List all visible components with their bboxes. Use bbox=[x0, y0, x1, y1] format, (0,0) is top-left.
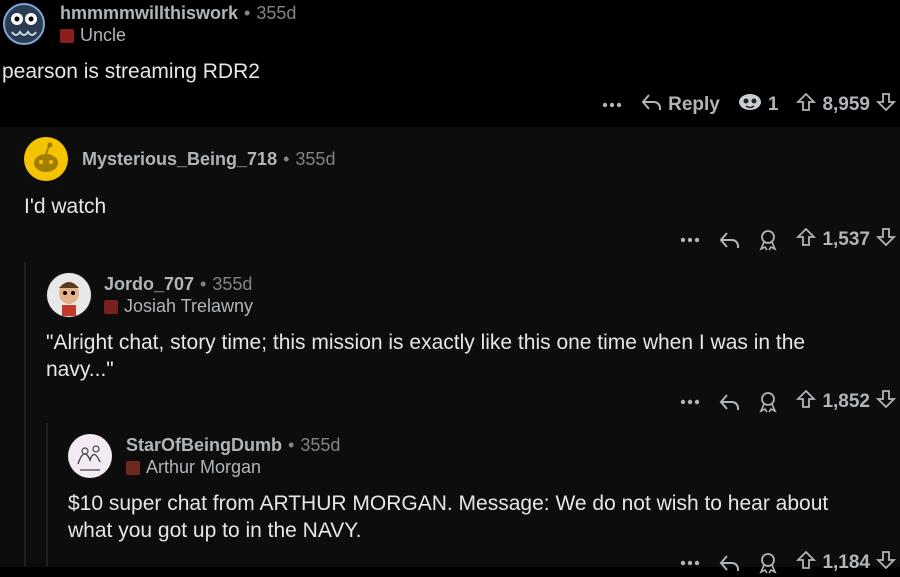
timestamp: 355d bbox=[212, 274, 253, 294]
vote-control: 8,959 bbox=[796, 92, 897, 118]
more-icon[interactable] bbox=[602, 102, 622, 108]
reply-icon[interactable] bbox=[718, 553, 740, 573]
upvote-icon[interactable] bbox=[796, 550, 817, 576]
score: 1,852 bbox=[822, 391, 870, 412]
comment-actions: 1,184 bbox=[680, 549, 897, 577]
username[interactable]: hmmmmwillthiswork bbox=[60, 3, 238, 23]
username[interactable]: Jordo_707 bbox=[104, 274, 194, 294]
vote-control: 1,852 bbox=[796, 389, 897, 415]
timestamp: 355d bbox=[256, 3, 297, 23]
avatar[interactable] bbox=[68, 434, 112, 478]
more-icon[interactable] bbox=[680, 399, 700, 405]
reply-icon bbox=[640, 92, 662, 118]
comment-3: Jordo_707 • 355d Josiah Trelawny "Alright … bbox=[0, 262, 900, 423]
award-icon bbox=[738, 92, 762, 118]
score: 1,537 bbox=[822, 229, 870, 250]
timestamp: 355d bbox=[300, 435, 341, 455]
comment-2: Mysterious_Being_718 • 355d I'd watch 1,53… bbox=[0, 127, 900, 262]
user-flair: Uncle bbox=[60, 25, 126, 46]
vote-control: 1,537 bbox=[796, 227, 897, 253]
comment-actions: Reply 1 8,959 bbox=[602, 91, 897, 119]
flair-icon bbox=[60, 28, 74, 43]
comment-body: $10 super chat from ARTHUR MORGAN. Messa… bbox=[68, 492, 829, 542]
username[interactable]: Mysterious_Being_718 bbox=[82, 149, 277, 169]
avatar[interactable] bbox=[2, 2, 46, 46]
award-icon[interactable] bbox=[758, 229, 778, 251]
comment-body: "Alright chat, story time; this mission … bbox=[46, 331, 806, 381]
user-flair: Josiah Trelawny bbox=[104, 296, 253, 317]
reply-icon[interactable] bbox=[718, 230, 740, 250]
username[interactable]: StarOfBeingDumb bbox=[126, 435, 282, 455]
vote-control: 1,184 bbox=[796, 550, 897, 576]
award-icon[interactable] bbox=[758, 391, 778, 413]
upvote-icon[interactable] bbox=[796, 389, 817, 415]
avatar[interactable] bbox=[46, 272, 92, 318]
score: 8,959 bbox=[822, 94, 870, 115]
user-flair: Arthur Morgan bbox=[126, 457, 261, 478]
score: 1,184 bbox=[822, 552, 870, 573]
avatar[interactable] bbox=[24, 137, 68, 181]
timestamp: 355d bbox=[295, 149, 336, 169]
downvote-icon[interactable] bbox=[875, 227, 897, 253]
comment-actions: 1,852 bbox=[680, 388, 897, 416]
downvote-icon[interactable] bbox=[875, 389, 897, 415]
award-button[interactable]: 1 bbox=[738, 92, 778, 118]
flair-icon bbox=[126, 460, 140, 475]
more-icon[interactable] bbox=[680, 237, 700, 243]
reply-button[interactable]: Reply bbox=[640, 92, 720, 118]
comment-1: hmmmmwillthiswork • 355d Uncle pearson is … bbox=[0, 0, 900, 127]
upvote-icon[interactable] bbox=[796, 92, 817, 118]
award-icon[interactable] bbox=[758, 552, 778, 574]
downvote-icon[interactable] bbox=[875, 92, 897, 118]
comment-actions: 1,537 bbox=[680, 226, 897, 254]
more-icon[interactable] bbox=[680, 560, 700, 566]
flair-icon bbox=[104, 299, 118, 314]
comment-body: I'd watch bbox=[24, 195, 107, 218]
comment-4: StarOfBeingDumb • 355d Arthur Morgan $10 s… bbox=[0, 423, 900, 574]
reply-icon[interactable] bbox=[718, 392, 740, 412]
comment-body: pearson is streaming RDR2 bbox=[2, 60, 260, 83]
downvote-icon[interactable] bbox=[875, 550, 897, 576]
upvote-icon[interactable] bbox=[796, 227, 817, 253]
